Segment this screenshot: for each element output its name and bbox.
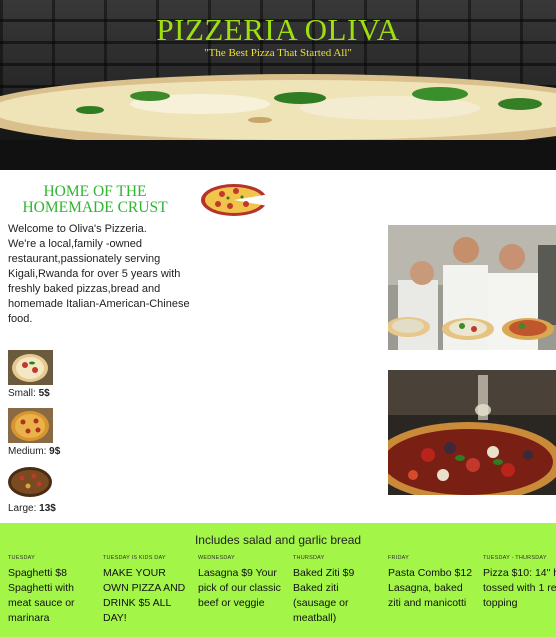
- site-title: PIZZERIA OLIVA: [156, 12, 400, 47]
- hero-banner: PIZZERIA OLIVA "The Best Pizza That Star…: [0, 0, 556, 170]
- special-day: TUESDAY IS KIDS DAY: [103, 555, 166, 561]
- size-small-label: Small:: [8, 388, 36, 399]
- size-large-label: Large:: [8, 503, 37, 514]
- special-day: TUESDAY: [8, 555, 35, 561]
- pizza-logo-icon: [201, 184, 270, 216]
- special-text: Baked Ziti $9 Baked ziti (sausage or mea…: [293, 567, 355, 624]
- daily-specials-section: Includes salad and garlic bread TUESDAY …: [0, 523, 556, 637]
- special-tue-thu: TUESDAY - THURSDAY Pizza $10: 14" hand-t…: [483, 555, 556, 611]
- special-text: Spaghetti $8 Spaghetti with meat sauce o…: [8, 567, 75, 624]
- size-small-price: 5$: [38, 388, 50, 399]
- size-small: Small: 5$: [8, 350, 53, 399]
- special-text: Pizza $10: 14" hand-tossed with 1 regula…: [483, 567, 556, 609]
- special-day: THURSDAY: [293, 555, 325, 561]
- small-pizza-image: [8, 350, 53, 385]
- special-wednesday: WEDNESDAY Lasagna $9 Your pick of our cl…: [198, 555, 288, 611]
- medium-pizza-image: [8, 408, 53, 443]
- special-day: FRIDAY: [388, 555, 409, 561]
- special-text: Pasta Combo $12 Lasagna, baked ziti and …: [388, 567, 473, 609]
- special-kids-day: TUESDAY IS KIDS DAY MAKE YOUR OWN PIZZA …: [103, 555, 193, 626]
- chefs-image: [388, 225, 556, 350]
- large-pizza-image: [8, 465, 53, 500]
- chefs-photo: [388, 225, 556, 350]
- pizza-table-image: [388, 370, 556, 495]
- special-text: MAKE YOUR OWN PIZZA AND DRINK $5 ALL DAY…: [103, 567, 186, 624]
- about-description: We're a local,family -owned restaurant,p…: [8, 238, 190, 325]
- welcome-line: Welcome to Oliva's Pizzeria.: [8, 223, 147, 235]
- home-heading: HOME OF THE HOMEMADE CRUST: [22, 183, 168, 216]
- special-day: TUESDAY - THURSDAY: [483, 555, 547, 561]
- special-day: WEDNESDAY: [198, 555, 235, 561]
- special-tuesday: TUESDAY Spaghetti $8 Spaghetti with meat…: [8, 555, 98, 626]
- special-thursday: THURSDAY Baked Ziti $9 Baked ziti (sausa…: [293, 555, 383, 626]
- size-large-price: 13$: [39, 503, 56, 514]
- specials-header: Includes salad and garlic bread: [194, 533, 362, 547]
- pizza-table-photo: [388, 370, 556, 495]
- welcome-text: Welcome to Oliva's Pizzeria. We're a loc…: [8, 222, 190, 327]
- special-friday: FRIDAY Pasta Combo $12 Lasagna, baked zi…: [388, 555, 478, 611]
- size-medium-label: Medium:: [8, 446, 47, 457]
- site-tagline: "The Best Pizza That Started All": [204, 47, 352, 59]
- size-large: Large: 13$: [8, 465, 56, 514]
- size-medium: Medium: 9$: [8, 408, 60, 457]
- special-text: Lasagna $9 Your pick of our classic beef…: [198, 567, 281, 609]
- size-medium-price: 9$: [49, 446, 61, 457]
